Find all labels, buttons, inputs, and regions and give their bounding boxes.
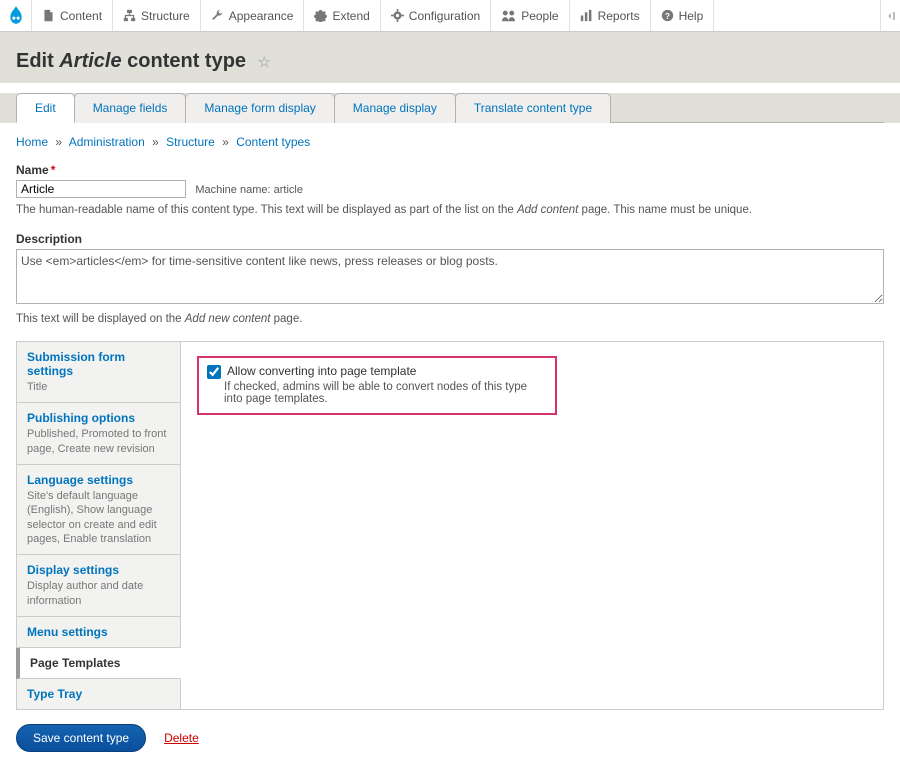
- page-title: Edit Article content type ☆: [16, 50, 884, 73]
- breadcrumb: Home » Administration » Structure » Cont…: [16, 135, 884, 149]
- toolbar-label: Help: [679, 9, 704, 23]
- toolbar-label: Extend: [332, 9, 369, 23]
- toolbar-toggle[interactable]: [880, 0, 900, 31]
- toolbar-label: Configuration: [409, 9, 480, 23]
- help-icon: ?: [661, 9, 674, 22]
- highlight-box: Allow converting into page template If c…: [197, 356, 557, 415]
- file-icon: [42, 9, 55, 22]
- toolbar-label: People: [521, 9, 558, 23]
- collapse-icon: [886, 11, 896, 21]
- drupal-logo[interactable]: [0, 0, 32, 31]
- sitemap-icon: [123, 9, 136, 22]
- form-actions: Save content type Delete: [16, 724, 884, 752]
- toolbar-item-configuration[interactable]: Configuration: [381, 0, 491, 31]
- breadcrumb-content-types[interactable]: Content types: [236, 135, 310, 149]
- description-label: Description: [16, 232, 884, 246]
- name-input[interactable]: [16, 180, 186, 198]
- tab-manage-fields[interactable]: Manage fields: [74, 93, 187, 123]
- tab-translate-content-type[interactable]: Translate content type: [455, 93, 611, 123]
- vertical-tabs-menu: Submission form settings Title Publishin…: [17, 342, 181, 709]
- tab-manage-display[interactable]: Manage display: [334, 93, 456, 123]
- wrench-icon: [211, 9, 224, 22]
- toolbar-item-content[interactable]: Content: [32, 0, 113, 31]
- delete-link[interactable]: Delete: [164, 731, 199, 745]
- page-header: Edit Article content type ☆: [0, 32, 900, 83]
- name-label: Name*: [16, 163, 884, 177]
- allow-converting-desc: If checked, admins will be able to conve…: [224, 381, 547, 405]
- vtab-language-settings[interactable]: Language settings Site's default languag…: [17, 465, 180, 555]
- favorite-star-icon[interactable]: ☆: [258, 54, 271, 71]
- save-button[interactable]: Save content type: [16, 724, 146, 752]
- name-help: The human-readable name of this content …: [16, 202, 884, 218]
- toolbar-label: Appearance: [229, 9, 294, 23]
- toolbar-label: Structure: [141, 9, 190, 23]
- toolbar-item-reports[interactable]: Reports: [570, 0, 651, 31]
- breadcrumb-home[interactable]: Home: [16, 135, 48, 149]
- toolbar-label: Content: [60, 9, 102, 23]
- toolbar-label: Reports: [598, 9, 640, 23]
- name-field-block: Name* Machine name: article The human-re…: [16, 163, 884, 218]
- toolbar-item-people[interactable]: People: [491, 0, 569, 31]
- toolbar-item-appearance[interactable]: Appearance: [201, 0, 305, 31]
- vtab-publishing-options[interactable]: Publishing options Published, Promoted t…: [17, 403, 180, 465]
- description-help: This text will be displayed on the Add n…: [16, 311, 884, 327]
- vtab-display-settings[interactable]: Display settings Display author and date…: [17, 555, 180, 617]
- allow-converting-label: Allow converting into page template: [227, 364, 416, 378]
- vtab-page-templates[interactable]: Page Templates: [16, 648, 181, 679]
- barchart-icon: [580, 9, 593, 22]
- druplicon-icon: [7, 6, 25, 26]
- vtab-submission-form-settings[interactable]: Submission form settings Title: [17, 342, 180, 403]
- toolbar-item-help[interactable]: ? Help: [651, 0, 715, 31]
- toolbar-item-structure[interactable]: Structure: [113, 0, 201, 31]
- vertical-tabs-pane: Allow converting into page template If c…: [181, 342, 883, 709]
- puzzle-icon: [314, 9, 327, 22]
- toolbar-item-extend[interactable]: Extend: [304, 0, 380, 31]
- svg-text:?: ?: [665, 12, 670, 21]
- gear-icon: [391, 9, 404, 22]
- people-icon: [501, 9, 516, 22]
- description-textarea[interactable]: Use <em>articles</em> for time-sensitive…: [16, 249, 884, 304]
- tab-edit[interactable]: Edit: [16, 93, 75, 123]
- breadcrumb-structure[interactable]: Structure: [166, 135, 215, 149]
- admin-toolbar: Content Structure Appearance Extend Conf…: [0, 0, 900, 32]
- machine-name: Machine name: article: [195, 184, 303, 196]
- primary-tabs: Edit Manage fields Manage form display M…: [0, 93, 900, 123]
- description-field-block: Description Use <em>articles</em> for ti…: [16, 232, 884, 327]
- content-region: Home » Administration » Structure » Cont…: [0, 123, 900, 776]
- vertical-tabs: Submission form settings Title Publishin…: [16, 341, 884, 710]
- breadcrumb-admin[interactable]: Administration: [69, 135, 145, 149]
- allow-converting-checkbox[interactable]: [207, 365, 221, 379]
- vtab-type-tray[interactable]: Type Tray: [17, 679, 180, 709]
- vtab-menu-settings[interactable]: Menu settings: [17, 617, 180, 648]
- tab-manage-form-display[interactable]: Manage form display: [185, 93, 334, 123]
